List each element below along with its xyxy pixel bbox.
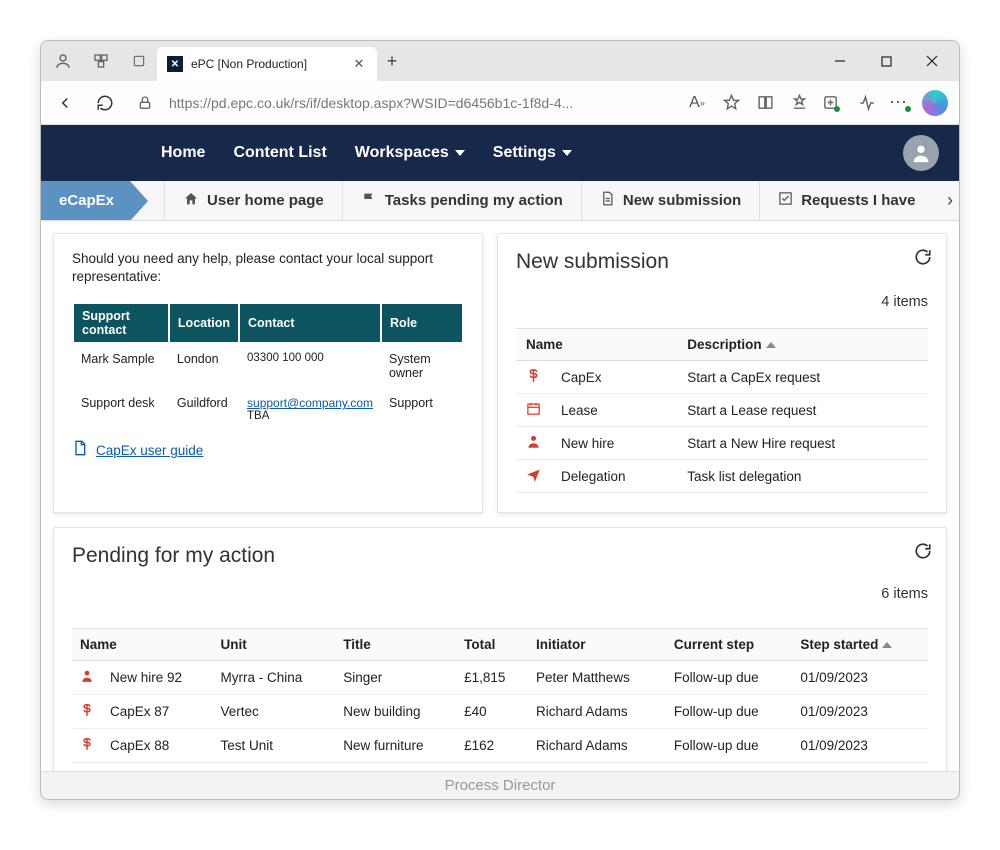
favicon: ✕ <box>167 56 183 72</box>
dollar-icon <box>72 729 102 763</box>
support-header: Contact <box>239 303 381 343</box>
support-header: Support contact <box>73 303 169 343</box>
footer-bar: Process Director <box>41 771 959 799</box>
site-info-icon[interactable] <box>129 87 161 119</box>
support-email-link[interactable]: support@company.com <box>247 396 373 410</box>
submission-row[interactable]: DelegationTask list delegation <box>516 460 928 493</box>
checkbox-icon <box>778 191 793 210</box>
favorite-icon[interactable] <box>715 87 747 119</box>
new-tab-button[interactable]: + <box>377 51 407 72</box>
new-submission-card: New submission 4 items Name Description … <box>497 233 947 513</box>
workspace-tag: eCapEx <box>41 181 130 220</box>
item-count: 4 items <box>881 294 928 310</box>
sort-asc-icon <box>766 342 776 348</box>
person-icon <box>72 661 102 695</box>
user-guide-link[interactable]: CapEx user guide <box>72 440 464 461</box>
person-icon <box>516 427 551 460</box>
workspaces-icon[interactable] <box>83 45 119 77</box>
back-button[interactable] <box>49 87 81 119</box>
pending-row[interactable]: CapEx 87VertecNew building£40Richard Ada… <box>72 695 928 729</box>
browser-window: ✕ ePC [Non Production] ✕ + https://pd.ep… <box>40 40 960 800</box>
pdf-icon <box>72 440 88 461</box>
card-title: Pending for my action <box>72 544 928 568</box>
url-text[interactable]: https://pd.epc.co.uk/rs/if/desktop.aspx?… <box>169 95 673 111</box>
refresh-button[interactable] <box>89 87 121 119</box>
collections-icon[interactable] <box>817 87 849 119</box>
help-intro: Should you need any help, please contact… <box>72 250 464 286</box>
split-screen-icon[interactable] <box>749 87 781 119</box>
subtab-user-home[interactable]: User home page <box>164 181 342 220</box>
sort-asc-icon <box>882 642 892 648</box>
maximize-button[interactable] <box>863 45 909 77</box>
close-tab-icon[interactable]: ✕ <box>351 56 367 72</box>
support-header: Role <box>381 303 463 343</box>
subtab-requests[interactable]: Requests I have <box>759 181 933 220</box>
nav-home[interactable]: Home <box>161 144 205 162</box>
home-icon <box>183 191 199 211</box>
address-bar: https://pd.epc.co.uk/rs/if/desktop.aspx?… <box>41 81 959 125</box>
card-title: New submission <box>516 250 928 274</box>
nav-content-list[interactable]: Content List <box>233 144 326 162</box>
subtab-new-submission[interactable]: New submission <box>581 181 759 220</box>
copilot-icon[interactable] <box>919 87 951 119</box>
nav-workspaces[interactable]: Workspaces <box>355 144 465 162</box>
plane-icon <box>516 460 551 493</box>
document-icon <box>600 191 615 210</box>
support-row: Mark Sample London 03300 100 000 System … <box>73 343 463 388</box>
support-header: Location <box>169 303 239 343</box>
scroll-right-icon[interactable]: › <box>947 181 953 220</box>
calendar-icon <box>516 394 551 427</box>
submission-row[interactable]: LeaseStart a Lease request <box>516 394 928 427</box>
minimize-button[interactable] <box>817 45 863 77</box>
subnav: eCapEx User home page Tasks pending my a… <box>41 181 959 221</box>
new-submission-table: Name Description CapExStart a CapEx requ… <box>516 328 928 493</box>
refresh-icon[interactable] <box>914 248 932 271</box>
subtab-tasks-pending[interactable]: Tasks pending my action <box>342 181 581 220</box>
content-area: Should you need any help, please contact… <box>41 221 959 799</box>
titlebar: ✕ ePC [Non Production] ✕ + <box>41 41 959 81</box>
submission-row[interactable]: CapExStart a CapEx request <box>516 361 928 394</box>
chevron-down-icon <box>562 150 572 156</box>
favorites-bar-icon[interactable] <box>783 87 815 119</box>
pending-row[interactable]: New hire 92Myrra - ChinaSinger£1,815Pete… <box>72 661 928 695</box>
submission-row[interactable]: New hireStart a New Hire request <box>516 427 928 460</box>
flag-icon <box>361 191 377 211</box>
app-navbar: Home Content List Workspaces Settings <box>41 125 959 181</box>
browser-tab[interactable]: ✕ ePC [Non Production] ✕ <box>157 47 377 81</box>
pending-card: Pending for my action 6 items Name Unit … <box>53 527 947 799</box>
tab-actions-icon[interactable] <box>121 45 157 77</box>
user-avatar[interactable] <box>903 135 939 171</box>
item-count: 6 items <box>881 586 928 602</box>
help-card: Should you need any help, please contact… <box>53 233 483 513</box>
nav-settings[interactable]: Settings <box>493 144 572 162</box>
read-aloud-icon[interactable]: A» <box>681 87 713 119</box>
more-icon[interactable]: ⋯ <box>885 87 917 119</box>
support-table: Support contact Location Contact Role Ma… <box>72 302 464 430</box>
close-window-button[interactable] <box>909 45 955 77</box>
dollar-icon <box>516 361 551 394</box>
pending-row[interactable]: CapEx 88Test UnitNew furniture£162Richar… <box>72 729 928 763</box>
tab-title: ePC [Non Production] <box>191 57 343 71</box>
performance-icon[interactable] <box>851 87 883 119</box>
support-row: Support desk Guildford support@company.c… <box>73 388 463 430</box>
profile-icon[interactable] <box>45 45 81 77</box>
chevron-down-icon <box>455 150 465 156</box>
dollar-icon <box>72 695 102 729</box>
refresh-icon[interactable] <box>914 542 932 565</box>
